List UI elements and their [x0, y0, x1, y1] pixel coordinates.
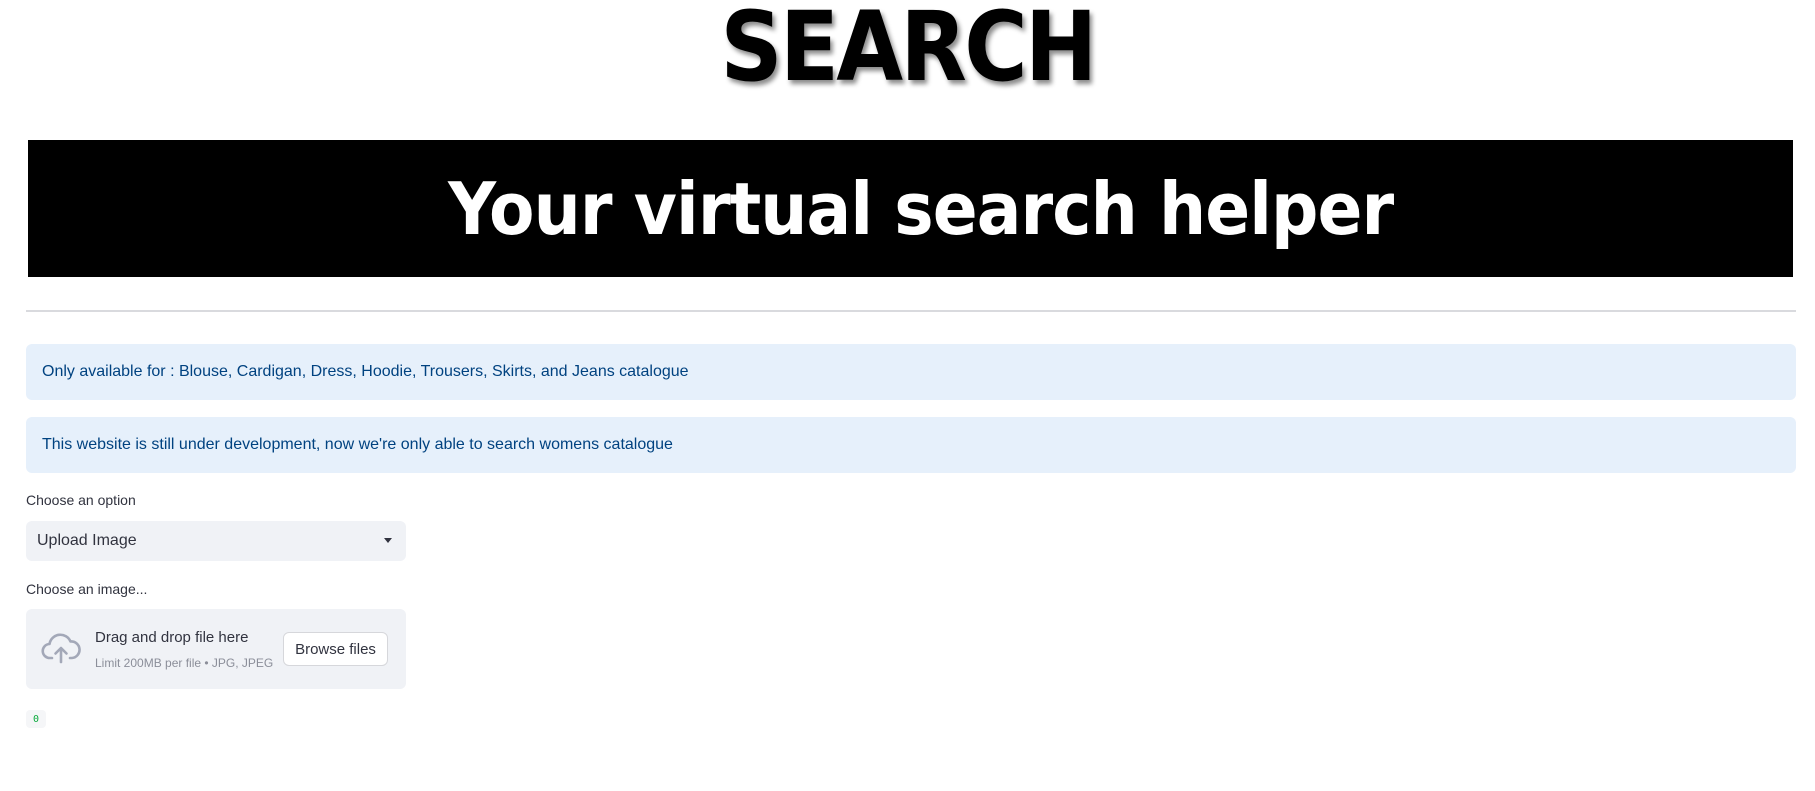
info-alert-availability: Only available for : Blouse, Cardigan, D… [26, 344, 1796, 400]
option-select-label: Choose an option [26, 492, 136, 508]
chevron-down-icon [384, 538, 392, 543]
divider [26, 310, 1796, 312]
browse-files-button[interactable]: Browse files [283, 632, 388, 666]
image-uploader-label: Choose an image... [26, 581, 148, 597]
info-alert-text: This website is still under development,… [42, 436, 673, 453]
info-alert-development: This website is still under development,… [26, 417, 1796, 473]
image-dropzone[interactable]: Drag and drop file here Limit 200MB per … [26, 609, 406, 689]
dropzone-instructions: Drag and drop file here [95, 629, 249, 646]
counter-badge: 0 [26, 710, 46, 728]
banner-text: Your virtual search helper [447, 166, 1394, 251]
page-title: SEARCH [720, 0, 1097, 103]
info-alert-text: Only available for : Blouse, Cardigan, D… [42, 363, 689, 380]
option-select-value: Upload Image [37, 532, 137, 549]
banner: Your virtual search helper [28, 140, 1793, 277]
page: SEARCH Your virtual search helper Only a… [0, 0, 1815, 791]
option-select[interactable]: Upload Image [26, 521, 406, 561]
cloud-upload-icon [41, 633, 81, 664]
dropzone-limit-text: Limit 200MB per file • JPG, JPEG [95, 656, 274, 670]
